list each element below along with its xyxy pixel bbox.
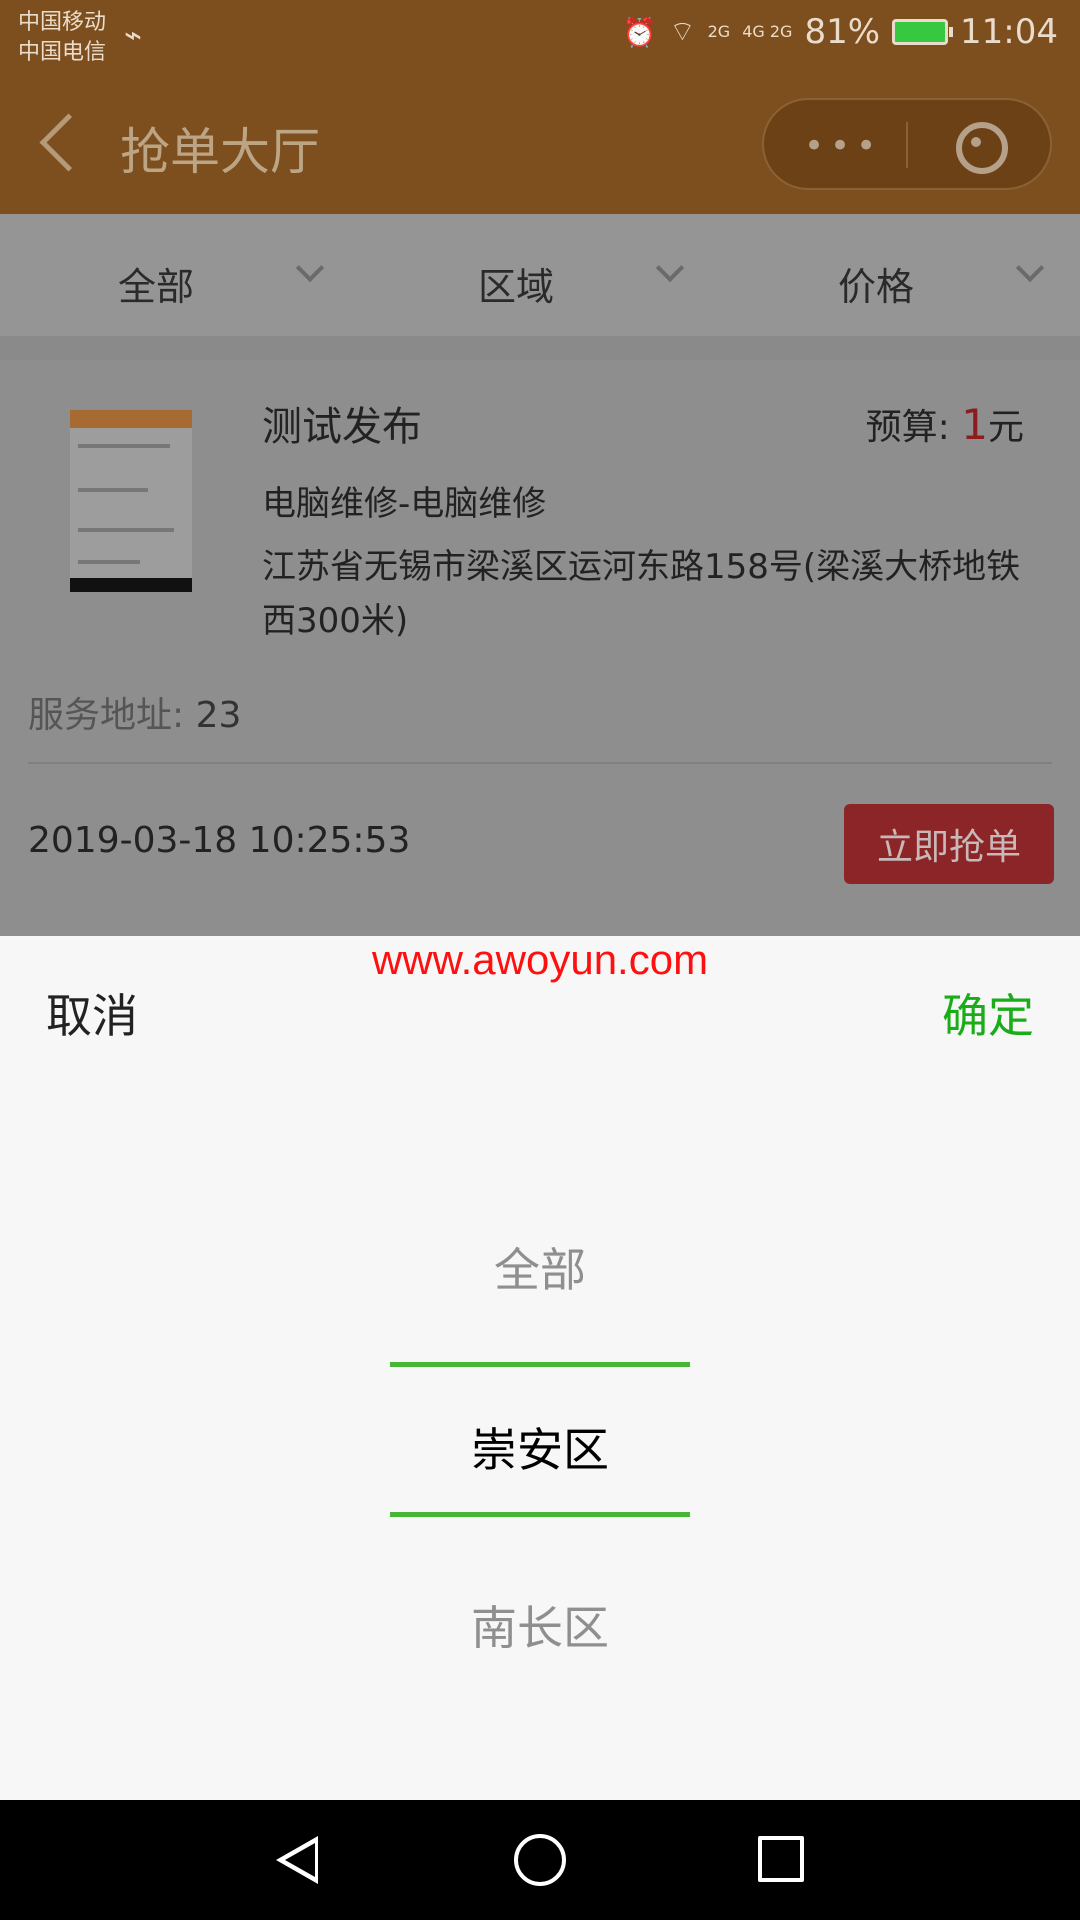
- status-bar: 中国移动 中国电信 ⌁ ⏰ ⌔ 2G 4G 2G 81% 11:04: [0, 0, 1080, 76]
- service-address-row: 服务地址: 23: [28, 686, 1052, 764]
- battery-percent: 81%: [804, 12, 881, 52]
- region-picker-sheet: www.awoyun.com 取消 确定 全部 崇安区 南长区: [0, 936, 1080, 1800]
- capsule-divider: [906, 122, 908, 168]
- carrier-list: 中国移动 中国电信: [18, 8, 106, 68]
- picker-option-chongan[interactable]: 崇安区: [0, 1414, 1080, 1480]
- status-icons: ⏰ ⌔ 2G 4G 2G 81% 11:04: [622, 12, 1058, 52]
- system-back-icon[interactable]: [276, 1836, 318, 1884]
- budget: 预算: 1元: [866, 398, 1024, 450]
- page-title: 抢单大厅: [120, 123, 320, 181]
- battery-icon: [892, 19, 954, 45]
- signal-1-icon: 2G: [707, 22, 731, 41]
- system-navigation-bar: [0, 1800, 1080, 1920]
- service-address-label: 服务地址:: [28, 695, 196, 736]
- order-title: 测试发布: [262, 404, 422, 450]
- filter-bar: 全部 区域 价格: [0, 214, 1080, 336]
- wifi-icon: ⌔: [669, 14, 696, 48]
- picker-selection-line-top: [390, 1362, 690, 1367]
- usb-icon: ⌁: [124, 18, 143, 53]
- order-thumbnail[interactable]: [70, 410, 192, 592]
- more-icon[interactable]: •••: [804, 126, 882, 166]
- navigation-bar: 抢单大厅 •••: [0, 76, 1080, 214]
- budget-unit: 元: [987, 407, 1024, 448]
- grab-order-button[interactable]: 立即抢单: [844, 804, 1054, 884]
- target-icon[interactable]: [956, 122, 1008, 174]
- confirm-button[interactable]: 确定: [942, 980, 1034, 1046]
- budget-label: 预算:: [865, 407, 962, 448]
- order-category: 电脑维修-电脑维修: [262, 484, 547, 524]
- carrier-2: 中国电信: [18, 40, 107, 65]
- thumbnail-line: [78, 488, 148, 492]
- signal-2-icon: 4G 2G: [742, 22, 793, 41]
- alarm-icon: ⏰: [622, 15, 658, 49]
- carrier-1: 中国移动: [18, 10, 107, 35]
- watermark: www.awoyun.com: [371, 936, 709, 983]
- picker-selection-line-bottom: [390, 1512, 690, 1517]
- filter-price[interactable]: 价格: [838, 256, 914, 311]
- dimmed-content-overlay: 测试发布 预算: 1元 电脑维修-电脑维修 江苏省无锡市梁溪区运河东路158号(…: [0, 336, 1080, 936]
- system-recent-apps-icon[interactable]: [758, 1836, 804, 1882]
- order-time: 2019-03-18 10:25:53: [28, 820, 411, 861]
- picker-option-all[interactable]: 全部: [0, 1234, 1080, 1300]
- thumbnail-line: [78, 560, 140, 564]
- chevron-down-icon: [1015, 253, 1045, 283]
- service-address-value: 23: [195, 695, 242, 736]
- mini-program-capsule: •••: [762, 98, 1052, 190]
- chevron-down-icon: [655, 253, 685, 283]
- filter-region[interactable]: 区域: [478, 256, 554, 311]
- cancel-button[interactable]: 取消: [46, 980, 138, 1046]
- system-home-icon[interactable]: [514, 1834, 566, 1886]
- thumbnail-line: [78, 528, 174, 532]
- order-address: 江苏省无锡市梁溪区运河东路158号(梁溪大桥地铁西300米): [262, 547, 1021, 641]
- clock: 11:04: [960, 12, 1058, 52]
- picker-option-nanchang[interactable]: 南长区: [0, 1592, 1080, 1658]
- budget-value: 1: [961, 400, 988, 449]
- order-card: 测试发布 预算: 1元 电脑维修-电脑维修 江苏省无锡市梁溪区运河东路158号(…: [0, 360, 1080, 936]
- chevron-down-icon: [295, 253, 325, 283]
- back-icon[interactable]: [39, 113, 98, 172]
- filter-all[interactable]: 全部: [118, 256, 194, 311]
- thumbnail-line: [78, 444, 170, 448]
